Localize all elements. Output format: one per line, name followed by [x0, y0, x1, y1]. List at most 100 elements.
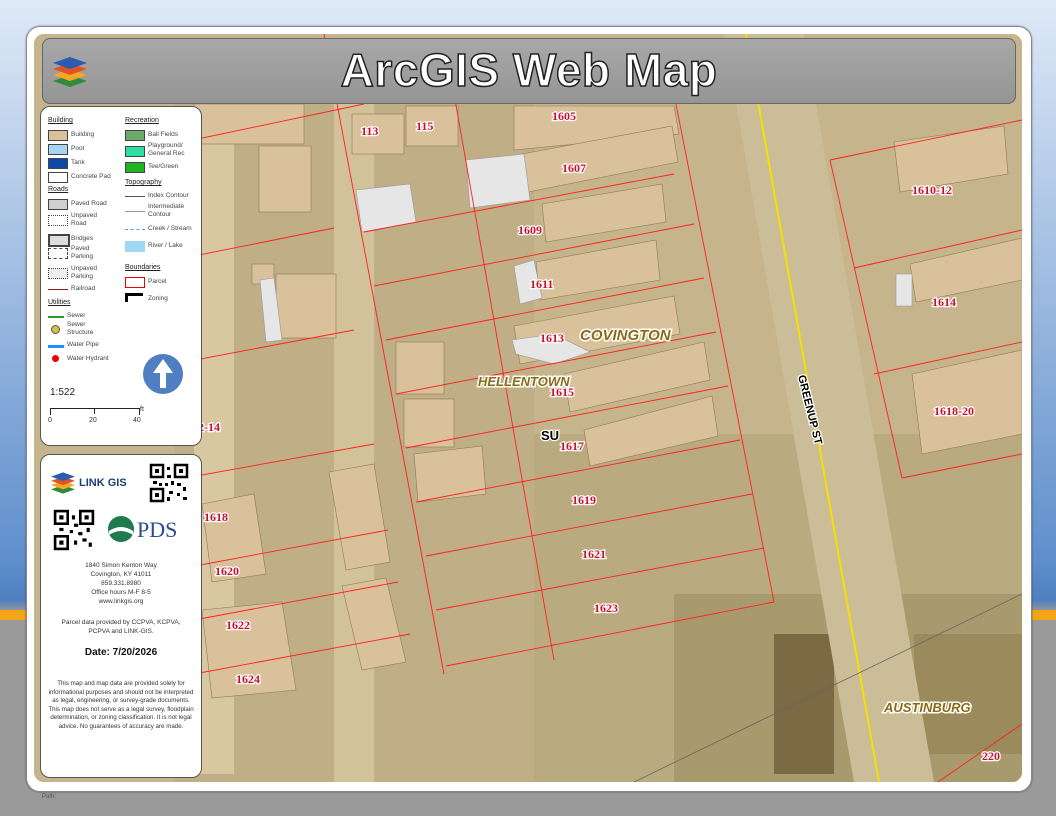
- linkgis-logo-icon: [51, 472, 75, 494]
- legend-label: Water Hydrant: [67, 355, 109, 362]
- swatch-creek: [125, 229, 145, 230]
- legend-label: Paved Road: [71, 200, 107, 207]
- scale-bar: [50, 408, 140, 415]
- zoning-label: SU: [541, 428, 559, 443]
- swatch-paved-parking: [48, 248, 68, 259]
- sewer-structure-icon: [51, 325, 60, 334]
- building: [413, 445, 487, 503]
- legend-label: Tee/Green: [148, 163, 179, 170]
- legend-label: Intermediate Contour: [148, 203, 185, 218]
- swatch-pool: [48, 144, 68, 155]
- qr-code-icon[interactable]: [53, 509, 95, 551]
- legend-label: Creek / Stream: [148, 225, 192, 232]
- swatch-bridges: [48, 234, 70, 247]
- data-credit: Parcel data provided by CCPVA, KCPVA, PC…: [41, 618, 201, 636]
- parcel-label: 1621: [582, 547, 606, 561]
- legend-label: Sewer Structure: [67, 321, 94, 336]
- qr-code-icon[interactable]: [149, 463, 189, 503]
- credit-line: Parcel data provided by CCPVA, KCPVA,: [61, 619, 181, 626]
- swatch-intermediate-contour: [125, 211, 145, 212]
- info-panel: LINK GIS PDS 1840 Simon Kenton Way Covin…: [40, 454, 202, 778]
- swatch-ball-fields: [125, 130, 145, 141]
- legend-heading-roads: Roads: [48, 186, 69, 193]
- scale-label: 0: [48, 417, 52, 424]
- parcel-label: 1607: [562, 161, 586, 175]
- pds-wordmark: PDS: [137, 517, 178, 542]
- parcel-label: 1623: [594, 601, 618, 615]
- swatch-sewer: [48, 316, 64, 318]
- credit-line: PCPVA and LINK-GIS.: [88, 628, 154, 635]
- legend-label: Bridges: [71, 235, 94, 242]
- building: [275, 273, 337, 339]
- legend-label: Concrete Pad: [71, 173, 111, 180]
- parcel-label: 113: [361, 124, 378, 138]
- website-link[interactable]: www.linkgis.org: [41, 597, 201, 606]
- legend-heading-boundaries: Boundaries: [125, 264, 161, 271]
- parcel-label: 1614: [932, 295, 956, 309]
- pds-logo-icon: [108, 516, 134, 542]
- scale-label: 40: [133, 417, 141, 424]
- scale-unit: ft: [140, 406, 144, 413]
- neighborhood-label-hellentown: HELLENTOWN: [478, 374, 570, 389]
- swatch-railroad: [48, 289, 68, 290]
- address-line: 1840 Simon Kenton Way: [85, 562, 157, 569]
- parcel-label: 1618: [204, 510, 228, 524]
- parcel-label: 1617: [560, 439, 584, 453]
- scale-ratio: 1:522: [50, 387, 76, 398]
- legend-label: Water Pipe: [67, 341, 99, 348]
- legend-label: Unpaved Parking: [71, 265, 98, 280]
- legend-label: Tank: [71, 159, 85, 166]
- map-legend: Building Building Pool Tank Concrete Pad…: [40, 106, 202, 446]
- swatch-parcel: [125, 277, 145, 288]
- parcel-label: 1620: [215, 564, 239, 578]
- swatch-concrete: [48, 172, 68, 183]
- parcel-label: 1618-20: [934, 404, 974, 418]
- neighborhood-label-austinburg: AUSTINBURG: [883, 700, 971, 715]
- linkgis-wordmark: LINK GIS: [79, 477, 127, 489]
- legend-label: Ball Fields: [148, 131, 178, 138]
- legend-label: Building: [71, 131, 95, 138]
- address-line: Covington, KY 41011: [90, 571, 152, 578]
- parcel-label: 220: [982, 749, 1000, 763]
- office-hours: Office hours M-F 8-5: [91, 589, 151, 596]
- swatch-index-contour: [125, 196, 145, 197]
- legend-label: Zoning: [148, 295, 168, 302]
- building: [193, 103, 305, 145]
- swatch-zoning: [125, 293, 143, 302]
- swatch-playground: [125, 146, 145, 157]
- concrete-pad: [895, 273, 913, 307]
- disclaimer: This map and map data are provided solel…: [48, 680, 194, 730]
- legend-heading-recreation: Recreation: [125, 117, 159, 124]
- swatch-tee-green: [125, 162, 145, 173]
- terrain-dark: [774, 634, 834, 774]
- parcel-label: 1611: [530, 277, 553, 291]
- swatch-unpaved-road: [48, 215, 68, 226]
- parcel-label: 1605: [552, 109, 576, 123]
- swatch-tank: [48, 158, 68, 169]
- page-title: ArcGIS Web Map: [340, 43, 718, 97]
- legend-label: Paved Parking: [71, 245, 94, 260]
- title-bar: ArcGIS Web Map: [42, 38, 1016, 104]
- parcel-label: 1610-12: [912, 183, 952, 197]
- parcel-label: 1619: [572, 493, 596, 507]
- scale-tick: [94, 408, 95, 414]
- scale-label: 20: [89, 417, 97, 424]
- parcel-label: 1613: [540, 331, 564, 345]
- legend-label: River / Lake: [148, 242, 183, 249]
- legend-label: Pool: [71, 145, 85, 152]
- contact-block: 1840 Simon Kenton Way Covington, KY 4101…: [41, 561, 201, 606]
- hydrant-icon: [52, 355, 59, 362]
- legend-label: Sewer: [67, 312, 86, 319]
- terrain-dark: [914, 634, 1022, 754]
- legend-label: Unpaved Road: [71, 212, 98, 227]
- legend-label: Playground/ General Rec: [148, 142, 185, 157]
- north-arrow-icon: [143, 354, 183, 394]
- parcel-label: 115: [416, 119, 433, 133]
- swatch-building: [48, 130, 68, 141]
- neighborhood-label-covington: COVINGTON: [580, 327, 672, 344]
- concrete-pad: [465, 153, 531, 209]
- legend-heading-utilities: Utilities: [48, 299, 71, 306]
- decor-band-right: [1030, 610, 1056, 620]
- decor-band-left: [0, 610, 26, 620]
- legend-label: Parcel: [148, 278, 167, 285]
